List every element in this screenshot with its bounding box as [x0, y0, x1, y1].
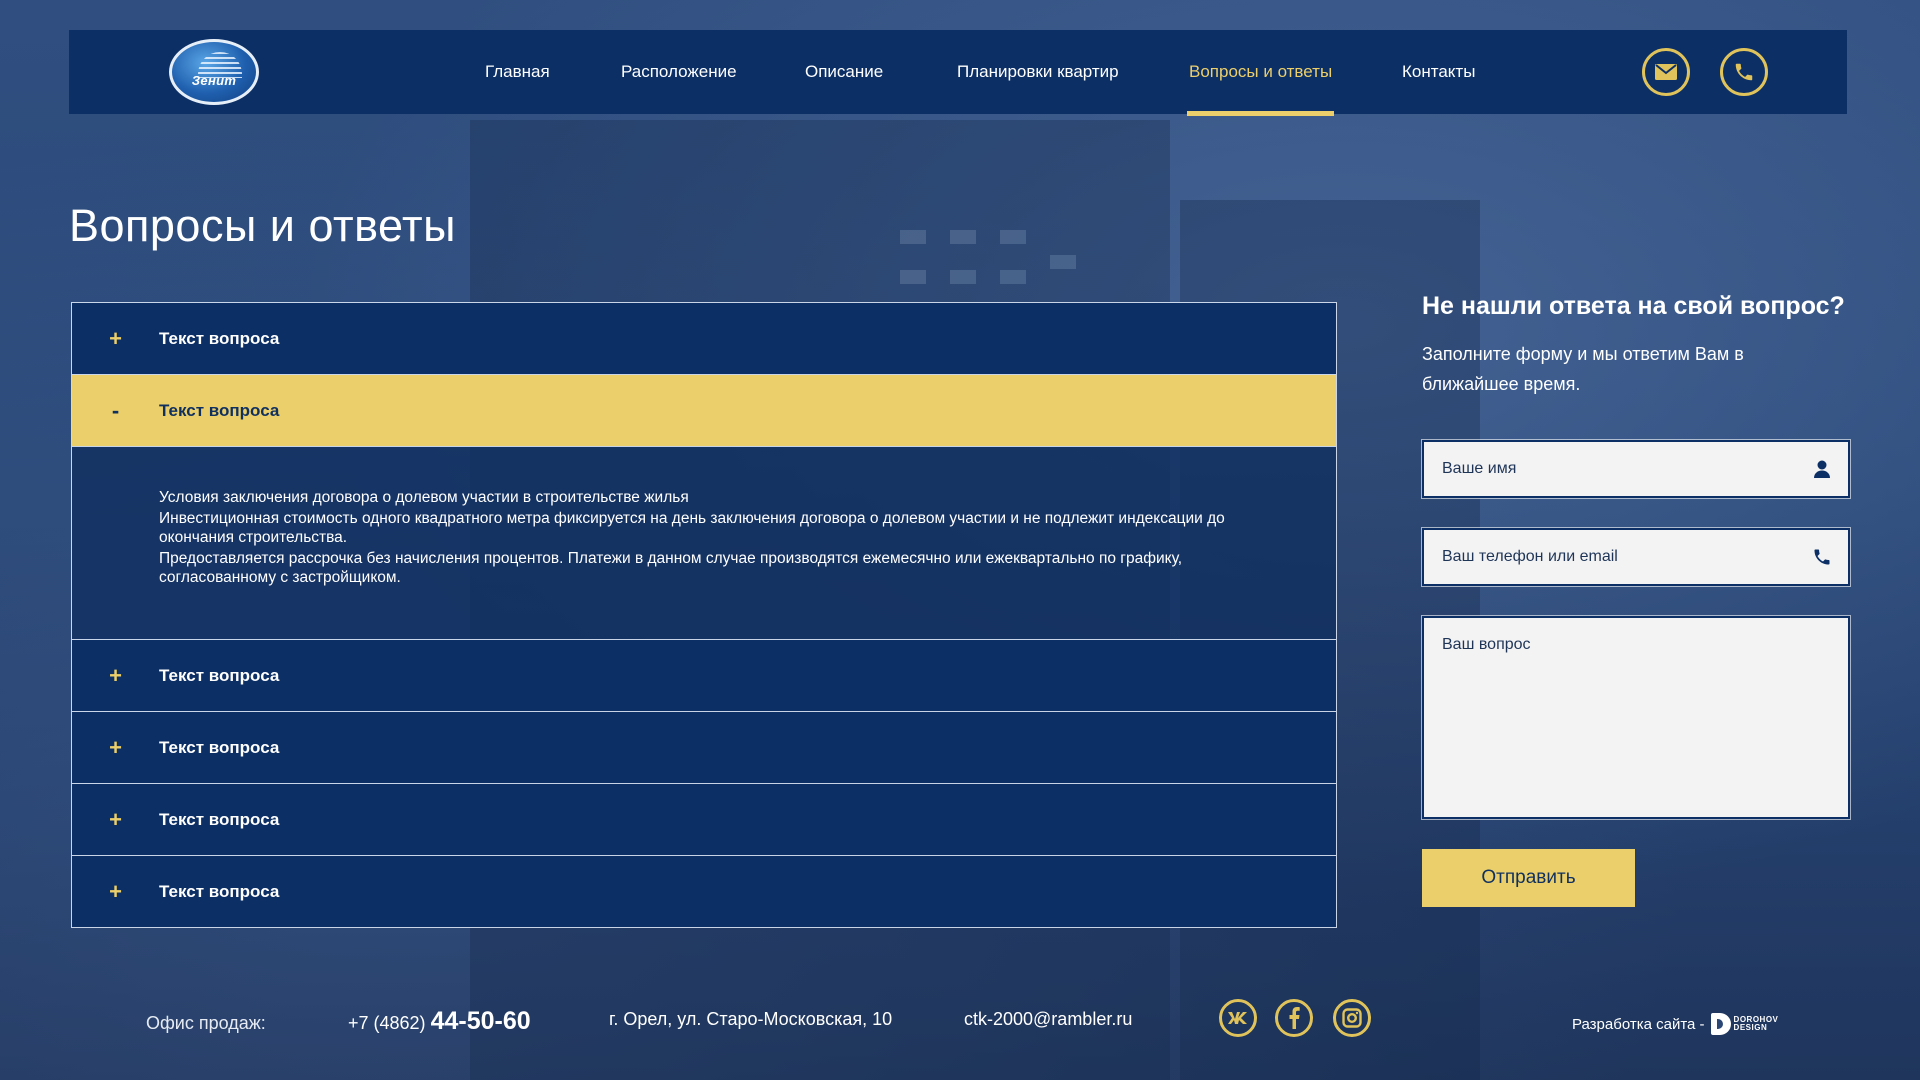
- phone-icon: [1814, 549, 1830, 565]
- vk-link[interactable]: [1219, 999, 1257, 1037]
- developer-credit: Разработка сайта - DOROHOV DESIGN: [1572, 1013, 1778, 1035]
- name-field-wrapper: [1422, 440, 1850, 498]
- nav-item-faq[interactable]: Вопросы и ответы: [1186, 30, 1335, 116]
- faq-answer: Условия заключения договора о долевом уч…: [72, 446, 1336, 639]
- facebook-icon: [1289, 1007, 1300, 1029]
- main-nav: Главная Расположение Описание Планировки…: [69, 30, 1847, 116]
- instagram-link[interactable]: [1333, 999, 1371, 1037]
- faq-answer-line: Предоставляется рассрочка без начисления…: [159, 550, 1183, 586]
- site-footer: Офис продаж: +7 (4862) 44-50-60 г. Орел,…: [0, 995, 1920, 1045]
- vk-icon: [1228, 1012, 1247, 1024]
- minus-icon: -: [111, 397, 120, 423]
- faq-item: + Текст вопроса: [72, 712, 1336, 784]
- phone-button[interactable]: [1720, 48, 1768, 96]
- dorohov-design-logo[interactable]: DOROHOV DESIGN: [1710, 1013, 1779, 1035]
- nav-item-location[interactable]: Расположение: [621, 30, 737, 114]
- faq-question-toggle[interactable]: + Текст вопроса: [72, 303, 1336, 374]
- question-field-wrapper: [1422, 616, 1850, 819]
- plus-icon: +: [109, 878, 122, 904]
- faq-question-toggle[interactable]: + Текст вопроса: [72, 712, 1336, 783]
- instagram-icon: [1342, 1008, 1362, 1028]
- page-title: Вопросы и ответы: [69, 200, 456, 251]
- nav-item-layouts[interactable]: Планировки квартир: [957, 30, 1119, 114]
- phone-number: 44-50-60: [430, 1007, 531, 1035]
- phone-icon: [1735, 63, 1753, 81]
- faq-question-toggle[interactable]: + Текст вопроса: [72, 640, 1336, 711]
- plus-icon: +: [109, 325, 122, 351]
- faq-question-text: Текст вопроса: [159, 400, 280, 420]
- developer-label: Разработка сайта -: [1572, 1015, 1705, 1033]
- user-icon: [1814, 460, 1830, 478]
- question-textarea[interactable]: [1424, 618, 1848, 817]
- faq-question-text: Текст вопроса: [159, 809, 280, 829]
- faq-answer-line: Условия заключения договора о долевом уч…: [159, 489, 689, 506]
- faq-question-text: Текст вопроса: [159, 881, 280, 901]
- faq-question-toggle[interactable]: - Текст вопроса: [72, 375, 1336, 446]
- faq-item: + Текст вопроса: [72, 303, 1336, 375]
- nav-item-contacts[interactable]: Контакты: [1402, 30, 1475, 114]
- site-header: Зенит Главная Расположение Описание План…: [69, 30, 1847, 116]
- faq-question-toggle[interactable]: + Текст вопроса: [72, 784, 1336, 855]
- faq-item: + Текст вопроса: [72, 856, 1336, 927]
- plus-icon: +: [109, 734, 122, 760]
- plus-icon: +: [109, 662, 122, 688]
- phone-prefix: +7 (4862): [348, 1013, 426, 1033]
- faq-item: + Текст вопроса: [72, 784, 1336, 856]
- faq-item: + Текст вопроса: [72, 640, 1336, 712]
- footer-phone[interactable]: +7 (4862) 44-50-60: [348, 1007, 531, 1036]
- dev-logo-line2: DESIGN: [1733, 1023, 1768, 1032]
- faq-item-open: - Текст вопроса Условия заключения догов…: [72, 375, 1336, 640]
- form-title: Не нашли ответа на свой вопрос?: [1422, 292, 1845, 320]
- contact-field-wrapper: [1422, 528, 1850, 586]
- footer-address: г. Орел, ул. Старо-Московская, 10: [609, 1009, 893, 1029]
- faq-question-text: Текст вопроса: [159, 665, 280, 685]
- faq-answer-line: Инвестиционная стоимость одного квадратн…: [159, 510, 1225, 546]
- facebook-link[interactable]: [1275, 999, 1313, 1037]
- form-subtitle: Заполните форму и мы ответим Вам в ближа…: [1422, 344, 1744, 394]
- question-form: Не нашли ответа на свой вопрос? Заполнит…: [1422, 292, 1850, 912]
- nav-item-home[interactable]: Главная: [485, 30, 550, 114]
- faq-question-text: Текст вопроса: [159, 328, 280, 348]
- faq-question-toggle[interactable]: + Текст вопроса: [72, 856, 1336, 927]
- faq-accordion: + Текст вопроса - Текст вопроса Условия …: [71, 302, 1337, 928]
- plus-icon: +: [109, 806, 122, 832]
- nav-item-description[interactable]: Описание: [805, 30, 883, 114]
- mail-icon: [1655, 64, 1677, 80]
- mail-button[interactable]: [1642, 48, 1690, 96]
- name-input[interactable]: [1424, 442, 1848, 496]
- office-label: Офис продаж:: [146, 1013, 266, 1033]
- contact-input[interactable]: [1424, 530, 1848, 584]
- submit-button[interactable]: Отправить: [1422, 849, 1635, 907]
- footer-email[interactable]: ctk-2000@rambler.ru: [964, 1009, 1132, 1030]
- faq-question-text: Текст вопроса: [159, 737, 280, 757]
